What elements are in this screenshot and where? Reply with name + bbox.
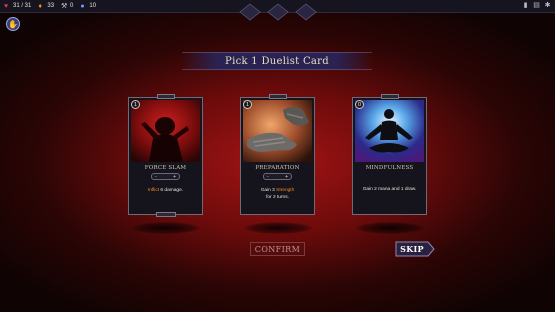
card-mindfulness[interactable]: 0 MINDFULNESS Gain 2 mana and 1 draw.: [352, 94, 427, 215]
preparation-art: [243, 100, 312, 162]
hand-icon: ✋: [8, 19, 18, 29]
card-force-slam[interactable]: 1 FORCE SLAM - + Inflict 6 damage.: [128, 94, 203, 217]
stepper-minus[interactable]: -: [267, 174, 269, 180]
map-icon[interactable]: ▤: [533, 2, 540, 10]
flame-icon: ♦: [38, 2, 42, 10]
stepper-minus[interactable]: -: [155, 174, 157, 180]
desc-keyword: Inflict: [147, 188, 160, 193]
gem-icon: ●: [80, 2, 85, 10]
pick-value: 0: [70, 3, 74, 9]
card-bottom-tab: [156, 212, 176, 217]
desc-line-2: for 2 turns.: [266, 195, 289, 200]
deck-icon[interactable]: ▮: [522, 2, 529, 10]
mindfulness-art: [355, 100, 424, 162]
card-name: PREPARATION: [255, 165, 300, 171]
health-stat: ♥ 31 / 31: [4, 3, 31, 10]
desc-text: Gain 3: [260, 188, 277, 193]
cost-badge: 1: [131, 100, 140, 109]
card-preparation[interactable]: 1 PREPARATION - + Gain 3 Strength for 2 …: [240, 94, 315, 215]
game-logo[interactable]: ✋: [6, 17, 20, 31]
desc-text: 6 damage.: [159, 188, 184, 193]
page-title: Pick 1 Duelist Card: [225, 55, 329, 67]
card-shadow: [132, 222, 200, 234]
pick-card-banner: Pick 1 Duelist Card: [182, 52, 372, 70]
top-right-controls: ▮ ▤ ✱: [522, 2, 551, 10]
pick-stat: ⚒ 0: [61, 3, 73, 10]
stepper-plus[interactable]: +: [285, 174, 288, 180]
confirm-button[interactable]: CONFIRM: [250, 242, 305, 256]
cost-badge: 0: [355, 100, 364, 109]
heart-icon: ♥: [4, 2, 9, 10]
card-top-tab: [157, 94, 175, 99]
flame-value: 33: [47, 3, 55, 9]
upgrade-stepper[interactable]: - +: [263, 173, 292, 180]
cost-badge: 1: [243, 100, 252, 109]
card-top-tab: [269, 94, 287, 99]
force-slam-art: [131, 100, 200, 162]
card-name: MINDFULNESS: [365, 165, 414, 171]
upgrade-stepper[interactable]: - +: [151, 173, 180, 180]
gem-stat: ● 10: [80, 3, 96, 10]
flame-stat: ♦ 33: [38, 3, 54, 10]
card-shadow: [356, 222, 424, 234]
card-description: Gain 2 mana and 1 draw.: [362, 187, 417, 192]
gear-icon[interactable]: ✱: [544, 2, 551, 10]
card-top-tab: [381, 94, 399, 99]
card-description: Gain 3 Strength for 2 turns.: [245, 187, 310, 201]
skip-label: SKIP: [400, 244, 424, 254]
card-name: FORCE SLAM: [144, 165, 187, 171]
desc-keyword: Strength: [276, 188, 295, 193]
top-ornament: [239, 3, 317, 21]
card-description: Inflict 6 damage.: [133, 187, 198, 194]
stepper-plus[interactable]: +: [173, 174, 176, 180]
pickaxe-icon: ⚒: [61, 2, 68, 10]
gem-value: 10: [89, 3, 97, 9]
skip-button[interactable]: SKIP: [395, 241, 435, 257]
health-value: 31 / 31: [13, 3, 32, 9]
card-shadow: [244, 222, 312, 234]
